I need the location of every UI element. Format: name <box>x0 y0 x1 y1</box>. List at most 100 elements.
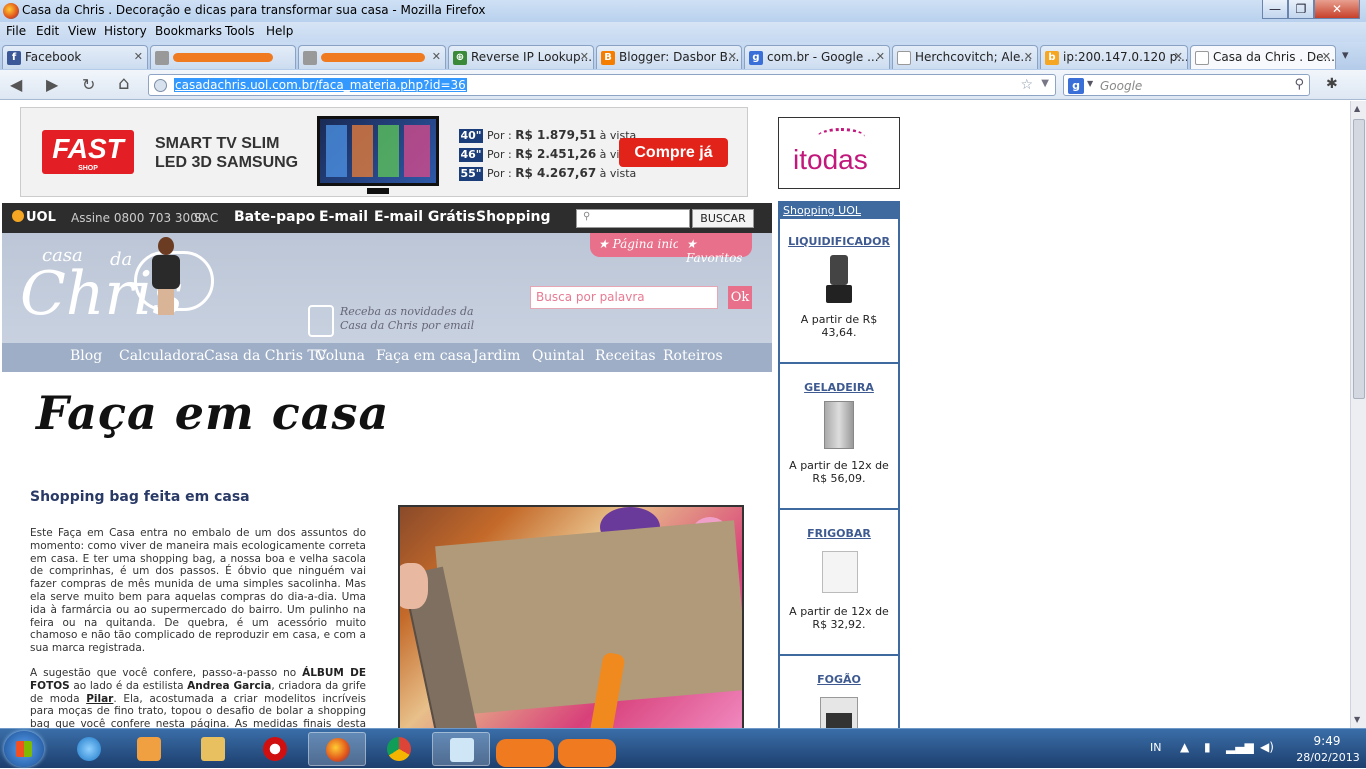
address-bar[interactable]: casadachris.uol.com.br/faca_materia.php?… <box>148 74 1056 96</box>
taskbar-ie[interactable] <box>60 732 118 766</box>
nav-jardim[interactable]: Jardim <box>473 348 520 364</box>
tab-close-icon[interactable]: ✕ <box>728 50 737 63</box>
menu-history[interactable]: History <box>104 24 147 38</box>
forward-icon[interactable]: ▶ <box>46 75 58 94</box>
tab-herchcovitch[interactable]: Herchcovitch; Ale... ✕ <box>892 45 1038 69</box>
tab-blogger[interactable]: B Blogger: Dasbor B... ✕ <box>596 45 742 69</box>
tab-close-icon[interactable]: ✕ <box>1174 50 1183 63</box>
site-search-ok-button[interactable]: Ok <box>728 286 752 309</box>
engine-dropdown-icon[interactable]: ▼ <box>1087 79 1093 88</box>
page-scrollbar[interactable]: ▲ ▼ <box>1350 101 1366 728</box>
menu-tools[interactable]: Tools <box>225 24 255 38</box>
reload-icon[interactable]: ↻ <box>82 75 95 94</box>
nav-blog[interactable]: Blog <box>70 348 102 364</box>
battery-icon[interactable]: ▮ <box>1204 740 1211 754</box>
tab-close-icon[interactable]: ✕ <box>432 50 441 63</box>
product-name[interactable]: GELADEIRA <box>780 381 898 394</box>
scroll-up-icon[interactable]: ▲ <box>1354 104 1360 113</box>
tab-close-icon[interactable]: ✕ <box>134 50 143 63</box>
clock-date[interactable]: 28/02/2013 <box>1290 751 1366 764</box>
search-bar[interactable]: g ▼ Google ⚲ <box>1063 74 1310 96</box>
product-name[interactable]: FOGÃO <box>780 673 898 686</box>
taskbar-opera[interactable] <box>246 732 304 766</box>
sidebar-product[interactable]: LIQUIDIFICADOR A partir de R$ 43,64. <box>780 219 898 364</box>
tab-reverse-ip[interactable]: ⊕ Reverse IP Lookup... ✕ <box>448 45 594 69</box>
bate-papo-link[interactable]: Bate-papo <box>234 209 315 225</box>
close-button[interactable]: ✕ <box>1314 0 1360 19</box>
nav-coluna[interactable]: Coluna <box>315 348 365 364</box>
buscar-button[interactable]: BUSCAR <box>692 209 754 228</box>
search-icon[interactable]: ⚲ <box>1294 77 1304 92</box>
email-gratis-link[interactable]: E-mail Grátis <box>374 209 476 225</box>
taskbar-firefox[interactable] <box>308 732 366 766</box>
google-engine-icon[interactable]: g <box>1068 78 1084 94</box>
site-search-input[interactable]: Busca por palavra <box>530 286 718 309</box>
sidebar-product[interactable]: GELADEIRA A partir de 12x de R$ 56,09. <box>780 365 898 510</box>
taskbar-media[interactable] <box>120 732 178 766</box>
tab-list-chevron-icon[interactable]: ▾ <box>1342 48 1349 63</box>
product-name[interactable]: LIQUIDIFICADOR <box>780 235 898 248</box>
casa-da-chris-logo[interactable]: casa Chris da <box>18 239 183 329</box>
email-icon[interactable] <box>308 305 334 337</box>
addon-bug-icon[interactable]: ✱ <box>1326 76 1338 92</box>
article-photo[interactable] <box>398 505 744 728</box>
tab-casa-da-chris[interactable]: Casa da Chris . De... ✕ <box>1190 45 1336 69</box>
network-icon[interactable]: ▂▄▆ <box>1226 740 1254 754</box>
sidebar-header[interactable]: Shopping UOL <box>783 204 861 217</box>
compre-ja-button[interactable]: Compre já <box>619 138 728 167</box>
shopping-link[interactable]: Shopping <box>476 209 551 225</box>
itodas-ad[interactable]: itodas <box>778 117 900 189</box>
tab-redacted-2[interactable]: ✕ <box>298 45 446 69</box>
start-button[interactable] <box>4 731 44 767</box>
nav-faca-em-casa[interactable]: Faça em casa <box>376 348 471 364</box>
taskbar-redacted-item[interactable] <box>496 731 618 767</box>
email-link[interactable]: E-mail <box>319 209 368 225</box>
menu-help[interactable]: Help <box>266 24 293 38</box>
newsletter-signup[interactable]: Receba as novidades da Casa da Chris por… <box>340 305 474 333</box>
nav-calculadora[interactable]: Calculadora <box>119 348 205 364</box>
uol-logo[interactable]: UOL <box>12 210 56 225</box>
uol-search-input[interactable]: ⚲ <box>576 209 690 228</box>
nav-quintal[interactable]: Quintal <box>532 348 584 364</box>
volume-icon[interactable]: ◀) <box>1260 740 1274 754</box>
menu-file[interactable]: File <box>6 24 26 38</box>
tab-close-icon[interactable]: ✕ <box>1322 50 1331 63</box>
sac-link[interactable]: SAC <box>194 211 218 225</box>
url-dropdown-chevron-icon[interactable]: ▼ <box>1041 78 1049 89</box>
minimize-button[interactable]: — <box>1262 0 1288 19</box>
nav-receitas[interactable]: Receitas <box>595 348 656 364</box>
tab-redacted-1[interactable] <box>150 45 296 69</box>
tab-ip-search[interactable]: b ip:200.147.0.120 p... ✕ <box>1040 45 1188 69</box>
back-icon[interactable]: ◀ <box>10 75 22 94</box>
scroll-thumb[interactable] <box>1353 119 1365 399</box>
sidebar-product[interactable]: FOGÃO <box>780 657 898 728</box>
url-text[interactable]: casadachris.uol.com.br/faca_materia.php?… <box>174 78 467 92</box>
taskbar-explorer[interactable] <box>184 732 242 766</box>
language-indicator[interactable]: IN <box>1150 741 1161 754</box>
menu-bookmarks[interactable]: Bookmarks <box>155 24 222 38</box>
taskbar-notepad[interactable] <box>432 732 490 766</box>
assine-phone[interactable]: Assine 0800 703 3000 <box>71 211 205 225</box>
site-identity-icon[interactable] <box>154 79 167 92</box>
tab-close-icon[interactable]: ✕ <box>876 50 885 63</box>
tab-facebook[interactable]: f Facebook ✕ <box>2 45 148 69</box>
scroll-down-icon[interactable]: ▼ <box>1354 715 1360 724</box>
fastshop-banner-ad[interactable]: FAST SHOP SMART TV SLIM LED 3D SAMSUNG 40… <box>20 107 748 197</box>
tab-google[interactable]: g com.br - Google ... ✕ <box>744 45 890 69</box>
sidebar-product[interactable]: FRIGOBAR A partir de 12x de R$ 32,92. <box>780 511 898 656</box>
menu-edit[interactable]: Edit <box>36 24 59 38</box>
taskbar-chrome[interactable] <box>370 732 428 766</box>
menu-view[interactable]: View <box>68 24 96 38</box>
maximize-button[interactable]: ❐ <box>1288 0 1314 19</box>
home-icon[interactable]: ⌂ <box>118 73 129 94</box>
bookmark-star-icon[interactable]: ☆ <box>1020 77 1033 93</box>
nav-casa-da-chris-tv[interactable]: Casa da Chris TV <box>204 348 327 364</box>
favorites-link[interactable]: ★ Favoritos <box>678 233 752 265</box>
pilar-link[interactable]: Pilar <box>86 693 113 705</box>
tab-close-icon[interactable]: ✕ <box>1024 50 1033 63</box>
show-hidden-icons[interactable]: ▲ <box>1180 740 1189 754</box>
clock-time[interactable]: 9:49 <box>1298 734 1356 748</box>
tab-close-icon[interactable]: ✕ <box>580 50 589 63</box>
nav-roteiros[interactable]: Roteiros <box>663 348 723 364</box>
product-name[interactable]: FRIGOBAR <box>780 527 898 540</box>
